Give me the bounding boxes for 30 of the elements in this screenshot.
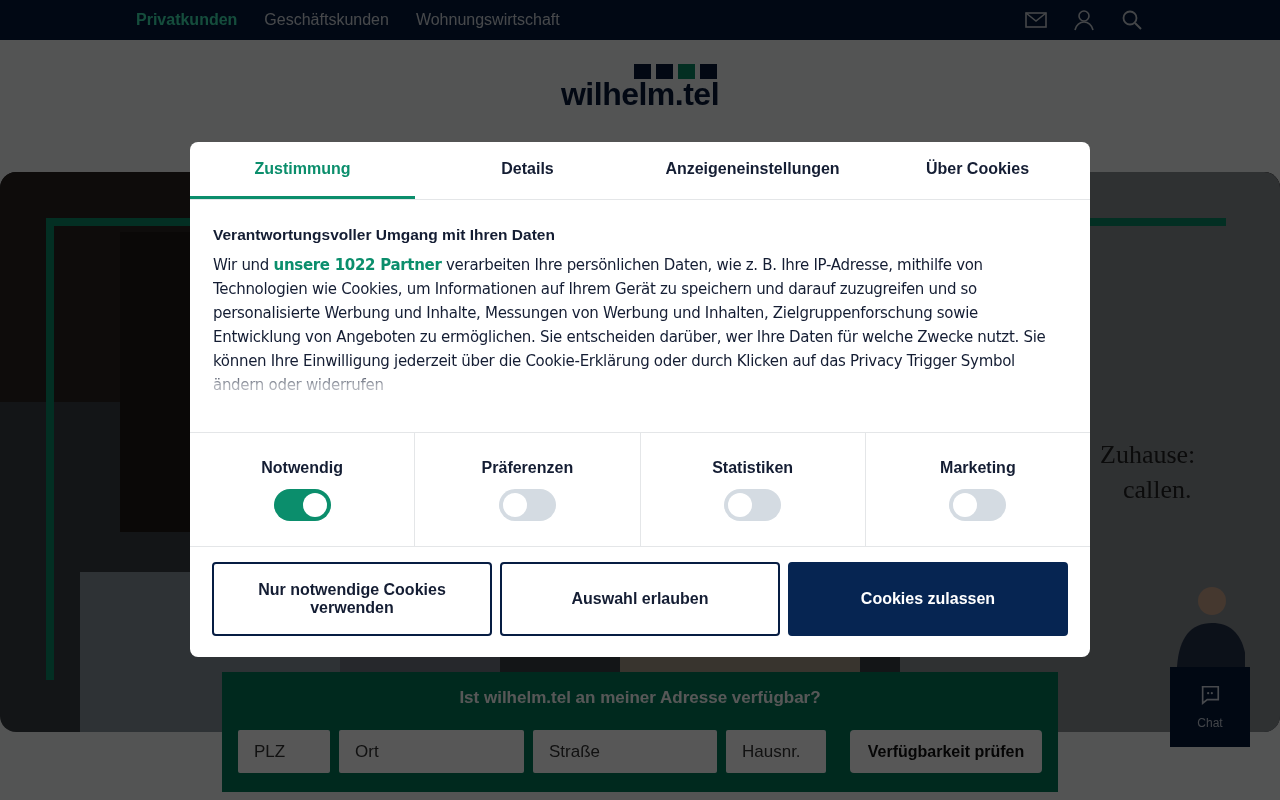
- category-label: Statistiken: [712, 459, 794, 477]
- user-icon[interactable]: [1072, 8, 1096, 32]
- toggle-switch[interactable]: [724, 489, 782, 521]
- logo[interactable]: wilhelm.tel: [560, 64, 720, 110]
- consent-button[interactable]: Nur notwendige Cookies verwenden: [212, 562, 492, 636]
- category-label: Marketing: [940, 459, 1016, 477]
- address-field[interactable]: Straße: [533, 730, 717, 773]
- nav-link[interactable]: Wohnungswirtschaft: [415, 11, 560, 29]
- consent-button[interactable]: Auswahl erlauben: [500, 562, 780, 636]
- search-icon[interactable]: [1120, 8, 1144, 32]
- toggle-switch[interactable]: [949, 489, 1007, 521]
- category-label: Notwendig: [261, 459, 343, 477]
- dialog-heading: Verantwortungsvoller Umgang mit Ihren Daten: [213, 226, 556, 244]
- address-field[interactable]: Hausnr.: [726, 730, 826, 773]
- address-field[interactable]: Ort: [339, 730, 524, 773]
- dialog-tab[interactable]: Über Cookies: [865, 142, 1090, 199]
- consent-button[interactable]: Cookies zulassen: [788, 562, 1068, 636]
- availability-title: Ist wilhelm.tel an meiner Adresse verfügbar?: [458, 688, 822, 708]
- address-field[interactable]: PLZ: [238, 730, 330, 773]
- chat-button[interactable]: Chat: [1170, 667, 1250, 747]
- category-label: Präferenzen: [481, 459, 574, 477]
- toggle-switch[interactable]: [498, 489, 556, 521]
- dialog-tab[interactable]: Zustimmung: [190, 142, 415, 199]
- toggle-switch[interactable]: [273, 489, 331, 521]
- dialog-tab[interactable]: Anzeigeneinstellungen: [640, 142, 865, 199]
- nav-link[interactable]: Geschäftskunden: [264, 11, 389, 29]
- chat-icon: [1199, 684, 1221, 706]
- dialog-tab[interactable]: Details: [415, 142, 640, 199]
- check-availability-button[interactable]: Verfügbarkeit prüfen: [850, 730, 1042, 773]
- partners-link[interactable]: unsere 1022 Partner: [273, 256, 442, 274]
